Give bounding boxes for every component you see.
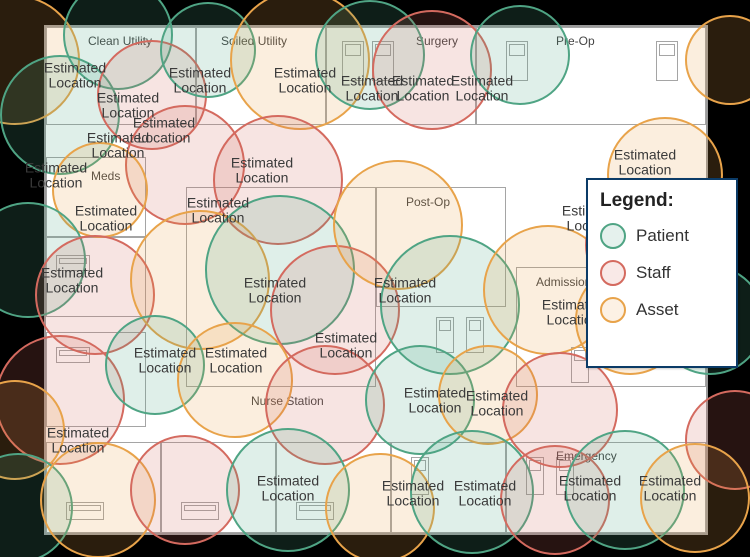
legend-row-staff: Staff xyxy=(600,260,724,286)
asset-swatch-icon xyxy=(600,297,626,323)
bed-icon xyxy=(411,457,429,495)
room-bottom-4 xyxy=(391,442,506,533)
legend-row-patient: Patient xyxy=(600,223,724,249)
room-label-soiled-utility: Soiled Utility xyxy=(221,34,287,48)
room-label-clean-utility: Clean Utility xyxy=(88,34,152,48)
bed-icon xyxy=(506,41,528,81)
bed-icon xyxy=(466,317,484,353)
legend-panel: Legend: Patient Staff Asset xyxy=(586,178,738,368)
legend-label-staff: Staff xyxy=(636,263,671,283)
room-label-surgery: Surgery xyxy=(416,34,458,48)
bed-icon xyxy=(372,41,394,81)
room-label-meds: Meds xyxy=(91,169,120,183)
bed-icon xyxy=(342,41,364,81)
room-label-nurse-station: Nurse Station xyxy=(251,394,324,408)
nurse-station-area xyxy=(186,187,376,387)
bed-icon xyxy=(66,502,104,520)
bed-icon xyxy=(296,502,334,520)
legend-title: Legend: xyxy=(600,190,724,212)
legend-label-asset: Asset xyxy=(636,300,679,320)
bed-icon xyxy=(56,255,90,271)
bed-icon xyxy=(56,347,90,363)
staff-swatch-icon xyxy=(600,260,626,286)
room-label-pre-op: Pre-Op xyxy=(556,34,595,48)
legend-row-asset: Asset xyxy=(600,297,724,323)
bed-icon xyxy=(526,457,544,495)
patient-swatch-icon xyxy=(600,223,626,249)
room-left-2 xyxy=(46,237,146,317)
room-label-post-op: Post-Op xyxy=(406,195,450,209)
bed-icon xyxy=(436,317,454,353)
bed-icon xyxy=(181,502,219,520)
legend-label-patient: Patient xyxy=(636,226,689,246)
bed-icon xyxy=(656,41,678,81)
room-label-emergency: Emergency xyxy=(556,449,617,463)
